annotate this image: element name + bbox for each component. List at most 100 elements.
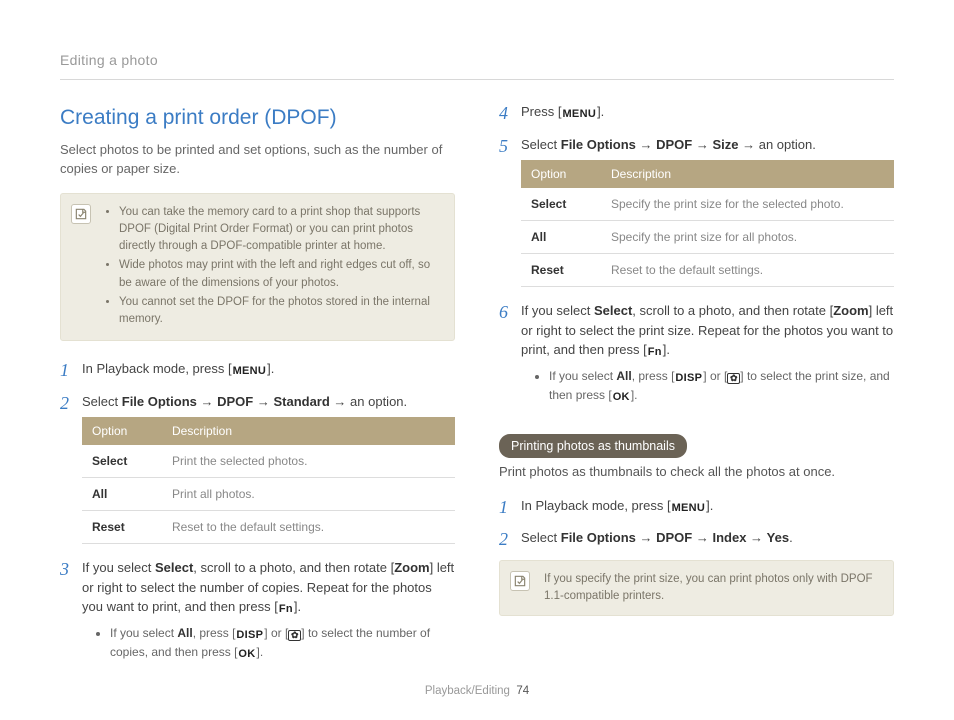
label: Index [712,530,746,545]
text: ]. [631,388,638,402]
menu-button-icon: MENU [233,363,267,380]
label: Yes [767,530,789,545]
text: ]. [294,599,301,614]
cell: Print the selected photos. [162,445,455,478]
section-pill: Printing photos as thumbnails [499,434,687,459]
step-t2: Select File Options → DPOF → Index → Yes… [499,528,894,548]
text: ]. [663,342,670,357]
text: , press [ [632,369,675,383]
text: ]. [267,361,274,376]
fn-button-icon: Fn [279,601,293,618]
th-desc: Description [162,417,455,445]
cell: Reset [82,511,162,544]
footer-section: Playback/Editing [425,685,510,697]
steps-left: In Playback mode, press [MENU]. Select F… [60,359,455,663]
breadcrumb: Editing a photo [60,50,894,80]
cell: Select [82,445,162,478]
text: If you select [110,626,177,640]
label: Standard [273,394,329,409]
note-item: Wide photos may print with the left and … [119,257,440,292]
sub-item: If you select All, press [DISP] or [✿] t… [549,367,894,406]
note-box: You can take the memory card to a print … [60,193,455,342]
arrow: → [197,394,217,409]
text: → an option. [330,394,407,409]
text: , press [ [193,626,236,640]
table-row: ResetReset to the default settings. [521,254,894,287]
note-item: You can take the memory card to a print … [119,204,440,256]
table-row: AllPrint all photos. [82,478,455,511]
step-6: If you select Select, scroll to a photo,… [499,301,894,406]
label: Select [594,303,632,318]
text: Select [521,530,561,545]
text: ]. [706,498,713,513]
step-5: Select File Options → DPOF → Size → an o… [499,135,894,288]
cell: All [82,478,162,511]
th-option: Option [521,160,601,188]
label: Zoom [394,560,429,575]
macro-button-icon: ✿ [288,630,301,641]
label: Size [712,137,738,152]
step-1: In Playback mode, press [MENU]. [60,359,455,380]
cell: Specify the print size for the selected … [601,188,894,221]
menu-button-icon: MENU [562,106,596,123]
label: DPOF [656,530,692,545]
sub-bullets: If you select All, press [DISP] or [✿] t… [82,624,455,663]
fn-button-icon: Fn [648,344,662,361]
ok-button-icon: OK [238,646,255,663]
step-2: Select File Options → DPOF → Standard → … [60,392,455,545]
left-column: Creating a print order (DPOF) Select pho… [60,102,455,675]
text: ] or [ [703,369,727,383]
page: Editing a photo Creating a print order (… [0,0,954,705]
cell: Reset [521,254,601,287]
text: → an option. [738,137,815,152]
arrow: → [692,137,712,152]
disp-button-icon: DISP [236,627,263,644]
text: , scroll to a photo, and then rotate [ [193,560,394,575]
label: File Options [122,394,197,409]
sub-item: If you select All, press [DISP] or [✿] t… [110,624,455,663]
note-icon [510,571,530,591]
label: File Options [561,137,636,152]
th-option: Option [82,417,162,445]
sub-bullets: If you select All, press [DISP] or [✿] t… [521,367,894,406]
label: Select [155,560,193,575]
cell: All [521,221,601,254]
text: ]. [597,104,604,119]
cell: Reset to the default settings. [601,254,894,287]
step-3: If you select Select, scroll to a photo,… [60,558,455,663]
table-row: AllSpecify the print size for all photos… [521,221,894,254]
disp-button-icon: DISP [675,370,702,387]
cell: Specify the print size for all photos. [601,221,894,254]
label: Zoom [833,303,868,318]
options-table-left: OptionDescription SelectPrint the select… [82,417,455,544]
label: File Options [561,530,636,545]
page-footer: Playback/Editing 74 [0,683,954,700]
arrow: → [636,530,656,545]
step-4: Press [MENU]. [499,102,894,123]
text: In Playback mode, press [ [82,361,232,376]
label: All [177,626,192,640]
label: DPOF [656,137,692,152]
note-box: If you specify the print size, you can p… [499,560,894,617]
arrow: → [253,394,273,409]
subtitle: Select photos to be printed and set opti… [60,140,455,179]
table-row: SelectPrint the selected photos. [82,445,455,478]
label: DPOF [217,394,253,409]
arrow: → [692,530,712,545]
pill-description: Print photos as thumbnails to check all … [499,462,894,482]
text: , scroll to a photo, and then rotate [ [632,303,833,318]
cell: Select [521,188,601,221]
arrow: → [636,137,656,152]
page-title: Creating a print order (DPOF) [60,102,455,134]
step-t1: In Playback mode, press [MENU]. [499,496,894,517]
note-text: If you specify the print size, you can p… [544,573,873,602]
table-row: SelectSpecify the print size for the sel… [521,188,894,221]
text: If you select [549,369,616,383]
text: Select [521,137,561,152]
text: If you select [521,303,594,318]
ok-button-icon: OK [613,389,630,406]
text: ] or [ [264,626,288,640]
text: . [789,530,793,545]
note-icon [71,204,91,224]
table-row: ResetReset to the default settings. [82,511,455,544]
